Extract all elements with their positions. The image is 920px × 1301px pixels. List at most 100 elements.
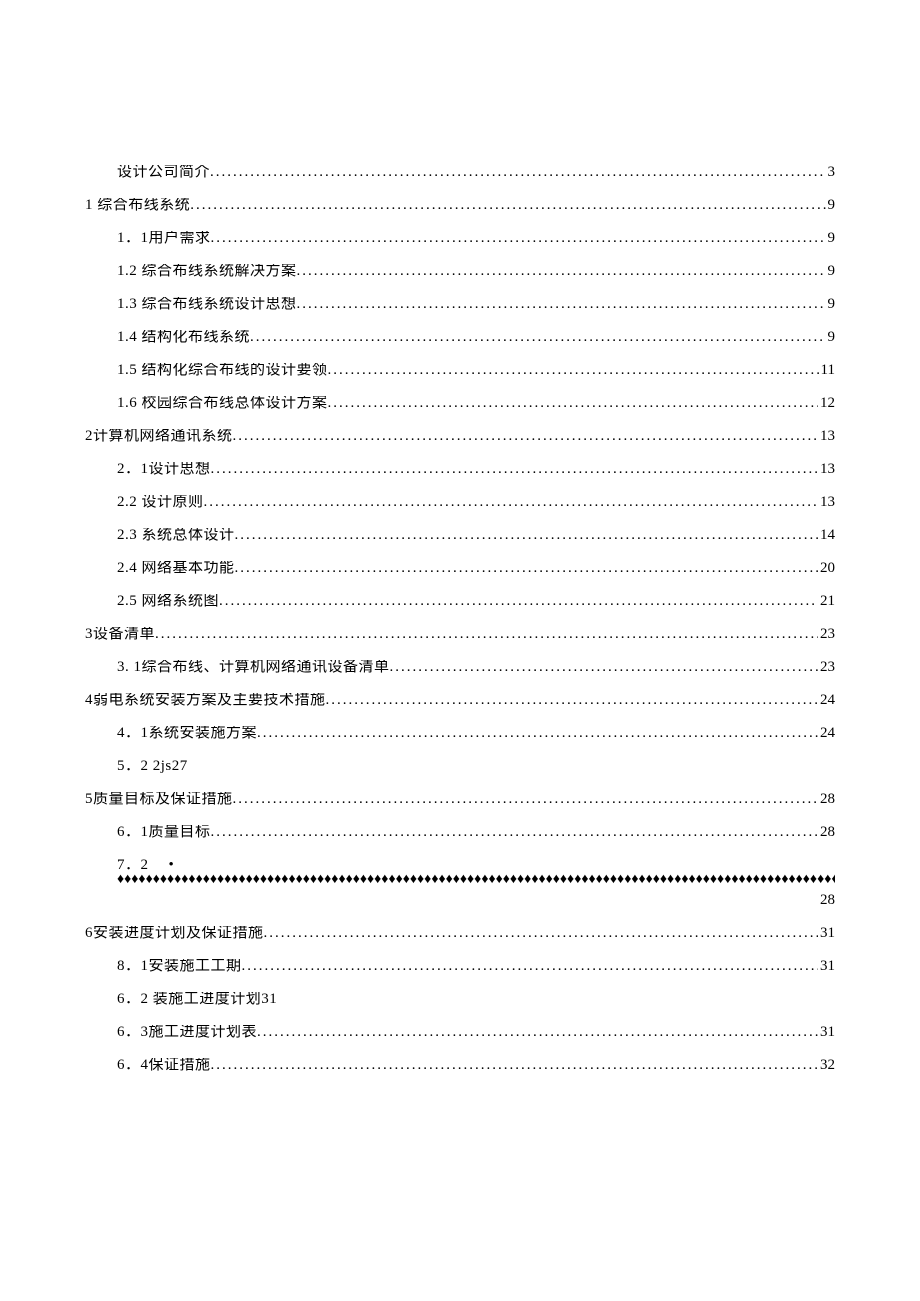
toc-entry-title: 6安装进度计划及保证措施 <box>85 926 264 941</box>
toc-entry-title: 1 综合布线系统 <box>85 198 190 213</box>
toc-entry: 6．4保证措施 32 <box>85 1058 835 1073</box>
toc-leader-dots <box>328 396 818 411</box>
toc-leader-dots <box>250 330 825 345</box>
toc-entry-page: 31 <box>818 1025 835 1040</box>
toc-entry-title: 2.5 网络系统图 <box>117 594 219 609</box>
toc-entry-page: 9 <box>826 231 836 246</box>
toc-entry-page: 24 <box>818 726 835 741</box>
toc-entry-title: 4弱电系统安装方案及主要技术措施 <box>85 693 326 708</box>
toc-entry: 5．2 2js27 <box>85 759 835 774</box>
toc-leader-dots <box>211 231 826 246</box>
toc-entry: 6．3施工进度计划表31 <box>85 1025 835 1040</box>
toc-entry-title: 1.3 综合布线系统设计思想 <box>117 297 297 312</box>
toc-entry-title: 1.5 结构化综合布线的设计要领 <box>117 363 328 378</box>
toc-leader-dots <box>190 198 825 213</box>
toc-entry-title: 设计公司简介 <box>117 165 210 180</box>
toc-leader-dots <box>257 1025 818 1040</box>
toc-entry: 2计算机网络通讯系统 13 <box>85 429 835 444</box>
toc-entry-title: 5．2 2js27 <box>117 759 188 774</box>
toc-entry-page: 28 <box>117 893 835 908</box>
toc-entry-title: 5质量目标及保证措施 <box>85 792 233 807</box>
toc-bullet: • <box>149 858 194 873</box>
toc-leader-dots <box>328 363 819 378</box>
toc-entry-title: 6．2 装施工进度计划31 <box>117 992 277 1007</box>
toc-entry-page: 20 <box>818 561 835 576</box>
toc-entry: 5质量目标及保证措施 28 <box>85 792 835 807</box>
toc-entry-title: 2计算机网络通讯系统 <box>85 429 233 444</box>
toc-entry-page: 23 <box>818 660 835 675</box>
toc-entry-page: 28 <box>818 825 835 840</box>
toc-entry: 6．2 装施工进度计划31 <box>85 992 835 1007</box>
toc-leader-dots <box>210 165 825 180</box>
toc-leader-dots <box>155 627 818 642</box>
toc-entry-title: 2.3 系统总体设计 <box>117 528 235 543</box>
toc-leader-dots <box>204 495 818 510</box>
toc-entry-page: 9 <box>826 330 836 345</box>
toc-entry: 6．1质量目标 28 <box>85 825 835 840</box>
toc-leader-diamonds <box>117 873 835 887</box>
toc-entry-title: 7．2 <box>117 858 149 873</box>
toc-entry-page: 13 <box>818 429 835 444</box>
toc-leader-dots <box>211 1058 818 1073</box>
toc-entry-page: 32 <box>818 1058 835 1073</box>
toc-entry-title: 2．1设计思想 <box>117 462 211 477</box>
toc-leader-dots <box>264 926 818 941</box>
toc-entry-title: 6．4保证措施 <box>117 1058 211 1073</box>
toc-entry: 3设备清单 23 <box>85 627 835 642</box>
table-of-contents: 设计公司简介31 综合布线系统91．1用户需求91.2 综合布线系统解决方案91… <box>85 165 835 1073</box>
toc-leader-dots <box>233 429 818 444</box>
toc-entry-page: 14 <box>818 528 835 543</box>
toc-entry: 1.5 结构化综合布线的设计要领 11 <box>85 363 835 378</box>
toc-entry: 6安装进度计划及保证措施 31 <box>85 926 835 941</box>
toc-entry-page: 11 <box>819 363 835 378</box>
toc-entry-page: 13 <box>818 495 835 510</box>
toc-entry-page: 3 <box>826 165 836 180</box>
toc-leader-dots <box>297 264 826 279</box>
toc-entry: 2.3 系统总体设计 14 <box>85 528 835 543</box>
toc-entry-page: 9 <box>826 264 836 279</box>
toc-entry: 7．2• 28 <box>85 858 835 908</box>
toc-entry: 1．1用户需求9 <box>85 231 835 246</box>
toc-leader-dots <box>233 792 818 807</box>
toc-leader-dots <box>326 693 818 708</box>
toc-entry: 1.3 综合布线系统设计思想 9 <box>85 297 835 312</box>
toc-leader-dots <box>242 959 818 974</box>
toc-entry: 2.2 设计原则 13 <box>85 495 835 510</box>
toc-entry-page: 23 <box>818 627 835 642</box>
toc-entry: 4．1系统安装施方案 24 <box>85 726 835 741</box>
toc-leader-dots <box>211 825 818 840</box>
toc-entry: 2.5 网络系统图 21 <box>85 594 835 609</box>
toc-entry: 2.4 网络基本功能 20 <box>85 561 835 576</box>
toc-entry-page: 12 <box>818 396 835 411</box>
toc-entry: 1.2 综合布线系统解决方案 9 <box>85 264 835 279</box>
toc-leader-dots <box>257 726 818 741</box>
toc-entry: 1 综合布线系统 9 <box>85 198 835 213</box>
toc-entry-title: 8．1安装施工工期 <box>117 959 242 974</box>
toc-entry-page: 9 <box>826 297 836 312</box>
toc-entry-page: 21 <box>818 594 835 609</box>
toc-leader-dots <box>297 297 826 312</box>
toc-entry: 4弱电系统安装方案及主要技术措施 24 <box>85 693 835 708</box>
toc-leader-dots <box>211 462 818 477</box>
toc-entry: 1.4 结构化布线系统9 <box>85 330 835 345</box>
toc-leader-dots <box>235 528 818 543</box>
toc-entry: 1.6 校园综合布线总体设计方案12 <box>85 396 835 411</box>
toc-entry-title: 1.2 综合布线系统解决方案 <box>117 264 297 279</box>
toc-entry-page: 24 <box>818 693 835 708</box>
toc-leader-dots <box>235 561 818 576</box>
toc-entry-page: 28 <box>818 792 835 807</box>
toc-entry: 设计公司简介 3 <box>85 165 835 180</box>
toc-entry-page: 31 <box>818 959 835 974</box>
toc-entry-title: 2.4 网络基本功能 <box>117 561 235 576</box>
toc-entry-page: 9 <box>826 198 836 213</box>
toc-entry-title: 2.2 设计原则 <box>117 495 204 510</box>
toc-entry: 2．1设计思想 13 <box>85 462 835 477</box>
toc-entry-title: 3. 1综合布线、计算机网络通讯设备清单 <box>117 660 390 675</box>
toc-leader-dots <box>390 660 818 675</box>
toc-entry: 3. 1综合布线、计算机网络通讯设备清单 23 <box>85 660 835 675</box>
toc-entry: 8．1安装施工工期 31 <box>85 959 835 974</box>
toc-entry-title: 6．1质量目标 <box>117 825 211 840</box>
toc-entry-page: 13 <box>818 462 835 477</box>
toc-entry-title: 3设备清单 <box>85 627 155 642</box>
toc-entry-title: 4．1系统安装施方案 <box>117 726 257 741</box>
